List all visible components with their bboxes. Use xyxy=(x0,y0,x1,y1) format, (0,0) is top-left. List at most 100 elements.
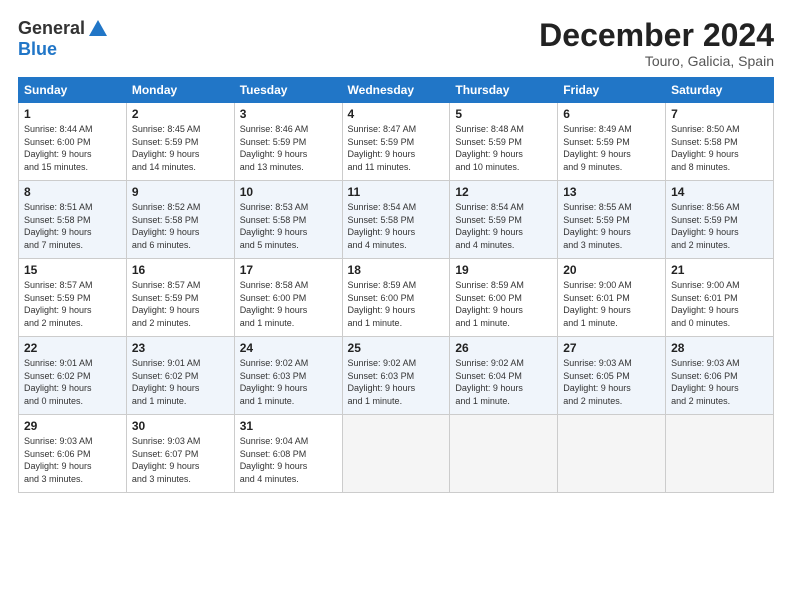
table-row: 8 Sunrise: 8:51 AMSunset: 5:58 PMDaylight… xyxy=(19,181,127,259)
day-number: 14 xyxy=(671,185,768,199)
day-info: Sunrise: 8:57 AMSunset: 5:59 PMDaylight:… xyxy=(132,279,229,329)
day-info: Sunrise: 9:03 AMSunset: 6:05 PMDaylight:… xyxy=(563,357,660,407)
table-row: 1 Sunrise: 8:44 AMSunset: 6:00 PMDaylight… xyxy=(19,103,127,181)
day-number: 22 xyxy=(24,341,121,355)
day-number: 7 xyxy=(671,107,768,121)
day-number: 5 xyxy=(455,107,552,121)
header-saturday: Saturday xyxy=(666,78,774,103)
day-info: Sunrise: 8:52 AMSunset: 5:58 PMDaylight:… xyxy=(132,201,229,251)
day-number: 1 xyxy=(24,107,121,121)
page: General Blue December 2024 Touro, Galici… xyxy=(0,0,792,612)
calendar-week-row: 29Sunrise: 9:03 AMSunset: 6:06 PMDayligh… xyxy=(19,415,774,493)
calendar-week-row: 15 Sunrise: 8:57 AMSunset: 5:59 PMDayligh… xyxy=(19,259,774,337)
table-row: 28 Sunrise: 9:03 AMSunset: 6:06 PMDayligh… xyxy=(666,337,774,415)
day-info: Sunrise: 9:01 AMSunset: 6:02 PMDaylight:… xyxy=(24,357,121,407)
table-row: 7 Sunrise: 8:50 AMSunset: 5:58 PMDaylight… xyxy=(666,103,774,181)
table-row: 3 Sunrise: 8:46 AMSunset: 5:59 PMDaylight… xyxy=(234,103,342,181)
day-number: 9 xyxy=(132,185,229,199)
day-number: 12 xyxy=(455,185,552,199)
day-info: Sunrise: 9:00 AMSunset: 6:01 PMDaylight:… xyxy=(563,279,660,329)
table-row: 9 Sunrise: 8:52 AMSunset: 5:58 PMDaylight… xyxy=(126,181,234,259)
day-info: Sunrise: 8:50 AMSunset: 5:58 PMDaylight:… xyxy=(671,123,768,173)
day-info: Sunrise: 8:45 AMSunset: 5:59 PMDaylight:… xyxy=(132,123,229,173)
logo-icon xyxy=(87,18,109,40)
table-row: 13 Sunrise: 8:55 AMSunset: 5:59 PMDayligh… xyxy=(558,181,666,259)
table-row: 4 Sunrise: 8:47 AMSunset: 5:59 PMDaylight… xyxy=(342,103,450,181)
day-info: Sunrise: 9:02 AMSunset: 6:04 PMDaylight:… xyxy=(455,357,552,407)
day-number: 16 xyxy=(132,263,229,277)
day-info: Sunrise: 9:02 AMSunset: 6:03 PMDaylight:… xyxy=(240,357,337,407)
day-info: Sunrise: 9:03 AMSunset: 6:06 PMDaylight:… xyxy=(671,357,768,407)
logo: General Blue xyxy=(18,18,109,60)
day-number: 17 xyxy=(240,263,337,277)
calendar-week-row: 22 Sunrise: 9:01 AMSunset: 6:02 PMDayligh… xyxy=(19,337,774,415)
table-row xyxy=(342,415,450,493)
day-number: 2 xyxy=(132,107,229,121)
table-row: 20 Sunrise: 9:00 AMSunset: 6:01 PMDayligh… xyxy=(558,259,666,337)
day-number: 28 xyxy=(671,341,768,355)
day-info: Sunrise: 8:56 AMSunset: 5:59 PMDaylight:… xyxy=(671,201,768,251)
table-row: 30Sunrise: 9:03 AMSunset: 6:07 PMDayligh… xyxy=(126,415,234,493)
table-row xyxy=(558,415,666,493)
calendar-week-row: 1 Sunrise: 8:44 AMSunset: 6:00 PMDaylight… xyxy=(19,103,774,181)
day-info: Sunrise: 8:44 AMSunset: 6:00 PMDaylight:… xyxy=(24,123,121,173)
logo-blue-text: Blue xyxy=(18,39,57,59)
table-row: 15 Sunrise: 8:57 AMSunset: 5:59 PMDayligh… xyxy=(19,259,127,337)
day-number: 31 xyxy=(240,419,337,433)
day-number: 4 xyxy=(348,107,445,121)
day-info: Sunrise: 8:49 AMSunset: 5:59 PMDaylight:… xyxy=(563,123,660,173)
day-info: Sunrise: 8:55 AMSunset: 5:59 PMDaylight:… xyxy=(563,201,660,251)
table-row: 25 Sunrise: 9:02 AMSunset: 6:03 PMDayligh… xyxy=(342,337,450,415)
day-number: 15 xyxy=(24,263,121,277)
day-info: Sunrise: 8:57 AMSunset: 5:59 PMDaylight:… xyxy=(24,279,121,329)
day-info: Sunrise: 9:04 AMSunset: 6:08 PMDaylight:… xyxy=(240,435,337,485)
month-title: December 2024 xyxy=(539,18,774,53)
table-row: 12 Sunrise: 8:54 AMSunset: 5:59 PMDayligh… xyxy=(450,181,558,259)
day-number: 27 xyxy=(563,341,660,355)
calendar-week-row: 8 Sunrise: 8:51 AMSunset: 5:58 PMDaylight… xyxy=(19,181,774,259)
table-row: 16 Sunrise: 8:57 AMSunset: 5:59 PMDayligh… xyxy=(126,259,234,337)
day-info: Sunrise: 8:46 AMSunset: 5:59 PMDaylight:… xyxy=(240,123,337,173)
table-row: 29Sunrise: 9:03 AMSunset: 6:06 PMDayligh… xyxy=(19,415,127,493)
day-number: 19 xyxy=(455,263,552,277)
day-number: 25 xyxy=(348,341,445,355)
day-info: Sunrise: 8:54 AMSunset: 5:59 PMDaylight:… xyxy=(455,201,552,251)
day-number: 21 xyxy=(671,263,768,277)
table-row: 31 Sunrise: 9:04 AMSunset: 6:08 PMDayligh… xyxy=(234,415,342,493)
day-info: Sunrise: 8:59 AMSunset: 6:00 PMDaylight:… xyxy=(348,279,445,329)
day-number: 8 xyxy=(24,185,121,199)
table-row: 23 Sunrise: 9:01 AMSunset: 6:02 PMDayligh… xyxy=(126,337,234,415)
day-number: 13 xyxy=(563,185,660,199)
day-number: 29 xyxy=(24,419,121,433)
header-monday: Monday xyxy=(126,78,234,103)
table-row: 11Sunrise: 8:54 AMSunset: 5:58 PMDayligh… xyxy=(342,181,450,259)
day-info: Sunrise: 8:58 AMSunset: 6:00 PMDaylight:… xyxy=(240,279,337,329)
table-row: 10Sunrise: 8:53 AMSunset: 5:58 PMDayligh… xyxy=(234,181,342,259)
day-number: 23 xyxy=(132,341,229,355)
table-row xyxy=(666,415,774,493)
day-info: Sunrise: 8:59 AMSunset: 6:00 PMDaylight:… xyxy=(455,279,552,329)
day-number: 24 xyxy=(240,341,337,355)
calendar-header-row: Sunday Monday Tuesday Wednesday Thursday… xyxy=(19,78,774,103)
day-info: Sunrise: 9:01 AMSunset: 6:02 PMDaylight:… xyxy=(132,357,229,407)
day-number: 30 xyxy=(132,419,229,433)
table-row: 6 Sunrise: 8:49 AMSunset: 5:59 PMDaylight… xyxy=(558,103,666,181)
table-row: 24 Sunrise: 9:02 AMSunset: 6:03 PMDayligh… xyxy=(234,337,342,415)
day-number: 3 xyxy=(240,107,337,121)
header-wednesday: Wednesday xyxy=(342,78,450,103)
day-number: 18 xyxy=(348,263,445,277)
day-info: Sunrise: 9:02 AMSunset: 6:03 PMDaylight:… xyxy=(348,357,445,407)
calendar-table: Sunday Monday Tuesday Wednesday Thursday… xyxy=(18,77,774,493)
table-row: 22 Sunrise: 9:01 AMSunset: 6:02 PMDayligh… xyxy=(19,337,127,415)
header: General Blue December 2024 Touro, Galici… xyxy=(18,18,774,69)
table-row: 27 Sunrise: 9:03 AMSunset: 6:05 PMDayligh… xyxy=(558,337,666,415)
header-tuesday: Tuesday xyxy=(234,78,342,103)
day-number: 10 xyxy=(240,185,337,199)
table-row: 2 Sunrise: 8:45 AMSunset: 5:59 PMDaylight… xyxy=(126,103,234,181)
table-row: 21Sunrise: 9:00 AMSunset: 6:01 PMDayligh… xyxy=(666,259,774,337)
day-info: Sunrise: 8:48 AMSunset: 5:59 PMDaylight:… xyxy=(455,123,552,173)
day-info: Sunrise: 8:51 AMSunset: 5:58 PMDaylight:… xyxy=(24,201,121,251)
day-info: Sunrise: 8:47 AMSunset: 5:59 PMDaylight:… xyxy=(348,123,445,173)
day-number: 6 xyxy=(563,107,660,121)
day-number: 20 xyxy=(563,263,660,277)
